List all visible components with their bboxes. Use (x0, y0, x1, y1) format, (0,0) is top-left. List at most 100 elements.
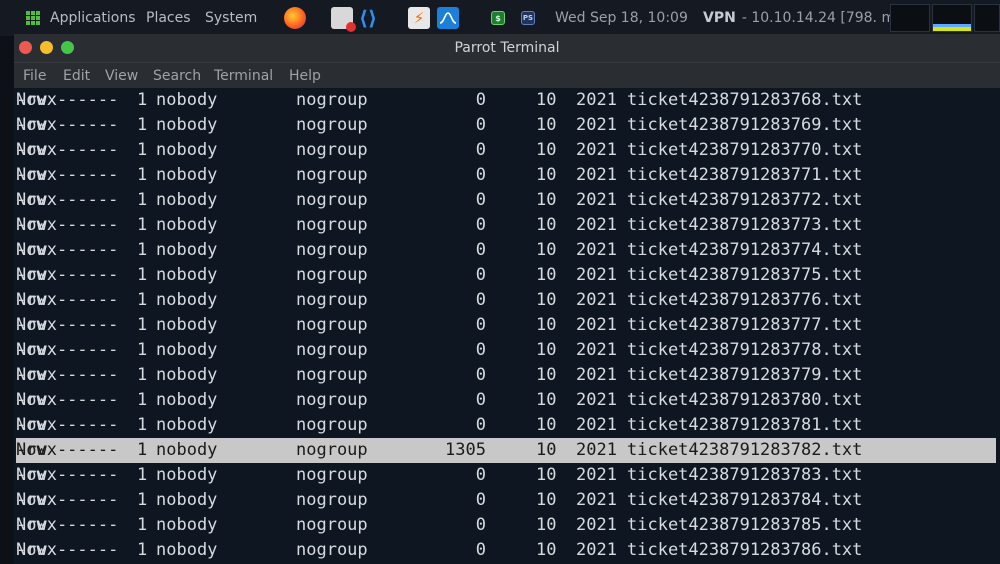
listing-month: Nov (16, 390, 47, 410)
listing-row: -rwx------ 1 nobody nogroup 0 Nov 10 2021 ticket… (16, 513, 996, 538)
listing-month: Nov (16, 440, 47, 460)
menu-search[interactable]: Search (153, 63, 201, 89)
listing-owner: nobody (156, 465, 218, 485)
network-graph (974, 4, 1000, 32)
listing-year: 2021 (576, 140, 617, 160)
listing-day: 10 (536, 440, 557, 460)
powershell-icon[interactable]: PS (521, 11, 535, 25)
listing-owner: nobody (156, 540, 218, 560)
listing-month: Nov (16, 215, 47, 235)
listing-row: -rwx------ 1 nobody nogroup 0 Nov 10 2021 ticket… (16, 188, 996, 213)
text-editor-icon[interactable] (331, 7, 356, 32)
listing-owner: nobody (156, 315, 218, 335)
listing-name: ticket4238791283776.txt (627, 290, 863, 310)
listing-group: nogroup (296, 265, 368, 285)
listing-name: ticket4238791283778.txt (627, 340, 863, 360)
apps-grid-icon[interactable] (26, 0, 40, 36)
listing-name: ticket4238791283780.txt (627, 390, 863, 410)
vscode-icon[interactable]: ⟨⟩ (357, 6, 379, 30)
listing-owner: nobody (156, 165, 218, 185)
listing-size: 0 (475, 215, 486, 235)
listing-links: 1 (137, 440, 148, 460)
vpn-status: VPN - 10.10.14.24 [798. ms] (703, 0, 908, 36)
listing-month: Nov (16, 315, 47, 335)
listing-day: 10 (536, 165, 557, 185)
listing-group: nogroup (296, 490, 368, 510)
listing-month: Nov (16, 415, 47, 435)
menu-help[interactable]: Help (289, 63, 321, 89)
listing-name: ticket4238791283770.txt (627, 140, 863, 160)
listing-month: Nov (16, 165, 47, 185)
listing-day: 10 (536, 240, 557, 260)
window-titlebar[interactable]: Parrot Terminal (14, 34, 1000, 62)
listing-day: 10 (536, 390, 557, 410)
listing-group: nogroup (296, 240, 368, 260)
burp-icon[interactable]: ⚡ (408, 7, 430, 29)
terminal-output[interactable]: -rwx------ 1 nobody nogroup 0 Nov 10 2021 ticket… (14, 88, 1000, 564)
listing-owner: nobody (156, 140, 218, 160)
system-monitor-widget[interactable] (890, 4, 1000, 32)
listing-owner: nobody (156, 265, 218, 285)
listing-month: Nov (16, 540, 47, 560)
menu-terminal[interactable]: Terminal (214, 63, 273, 89)
listing-year: 2021 (576, 115, 617, 135)
listing-day: 10 (536, 540, 557, 560)
listing-row: -rwx------ 1 nobody nogroup 0 Nov 10 2021 ticket… (16, 388, 996, 413)
listing-year: 2021 (576, 515, 617, 535)
wireshark-icon[interactable] (437, 7, 459, 29)
listing-size: 0 (475, 515, 486, 535)
listing-links: 1 (137, 165, 148, 185)
places-menu[interactable]: Places (146, 0, 191, 36)
vpn-label: VPN (703, 10, 736, 26)
listing-row: -rwx------ 1 nobody nogroup 1305 Nov 10 2021 tic… (16, 438, 996, 463)
menu-edit[interactable]: Edit (63, 63, 90, 89)
listing-size: 0 (475, 340, 486, 360)
listing-group: nogroup (296, 315, 368, 335)
listing-group: nogroup (296, 440, 368, 460)
listing-year: 2021 (576, 340, 617, 360)
listing-size: 0 (475, 465, 486, 485)
listing-owner: nobody (156, 415, 218, 435)
listing-day: 10 (536, 215, 557, 235)
listing-owner: nobody (156, 190, 218, 210)
listing-group: nogroup (296, 465, 368, 485)
listing-size: 0 (475, 490, 486, 510)
listing-size: 0 (475, 540, 486, 560)
listing-links: 1 (137, 340, 148, 360)
listing-year: 2021 (576, 365, 617, 385)
listing-size: 0 (475, 115, 486, 135)
listing-year: 2021 (576, 165, 617, 185)
listing-day: 10 (536, 515, 557, 535)
listing-owner: nobody (156, 290, 218, 310)
listing-size: 0 (475, 415, 486, 435)
listing-year: 2021 (576, 540, 617, 560)
listing-group: nogroup (296, 90, 368, 110)
listing-month: Nov (16, 115, 47, 135)
listing-links: 1 (137, 515, 148, 535)
menu-file[interactable]: File (23, 63, 46, 89)
menu-view[interactable]: View (105, 63, 138, 89)
cpu-graph (890, 4, 930, 32)
listing-row: -rwx------ 1 nobody nogroup 0 Nov 10 2021 ticket… (16, 163, 996, 188)
clock[interactable]: Wed Sep 18, 10:09 (555, 0, 688, 36)
listing-row: -rwx------ 1 nobody nogroup 0 Nov 10 2021 ticket… (16, 263, 996, 288)
listing-name: ticket4238791283768.txt (627, 90, 863, 110)
listing-group: nogroup (296, 390, 368, 410)
listing-day: 10 (536, 140, 557, 160)
listing-row: -rwx------ 1 nobody nogroup 0 Nov 10 2021 ticket… (16, 488, 996, 513)
listing-year: 2021 (576, 415, 617, 435)
listing-row: -rwx------ 1 nobody nogroup 0 Nov 10 2021 ticket… (16, 238, 996, 263)
system-menu[interactable]: System (205, 0, 257, 36)
listing-month: Nov (16, 465, 47, 485)
listing-owner: nobody (156, 240, 218, 260)
top-panel: Applications Places System ⟨⟩ ⚡ $ PS Wed… (0, 0, 1000, 36)
firefox-icon[interactable] (284, 7, 306, 29)
listing-row: -rwx------ 1 nobody nogroup 0 Nov 10 2021 ticket… (16, 538, 996, 563)
listing-size: 0 (475, 140, 486, 160)
listing-day: 10 (536, 90, 557, 110)
listing-row: -rwx------ 1 nobody nogroup 0 Nov 10 2021 ticket… (16, 213, 996, 238)
menu-bar: File Edit View Search Terminal Help (14, 62, 1000, 88)
listing-name: ticket4238791283785.txt (627, 515, 863, 535)
applications-menu[interactable]: Applications (50, 0, 136, 36)
terminal-icon[interactable]: $ (491, 11, 505, 25)
